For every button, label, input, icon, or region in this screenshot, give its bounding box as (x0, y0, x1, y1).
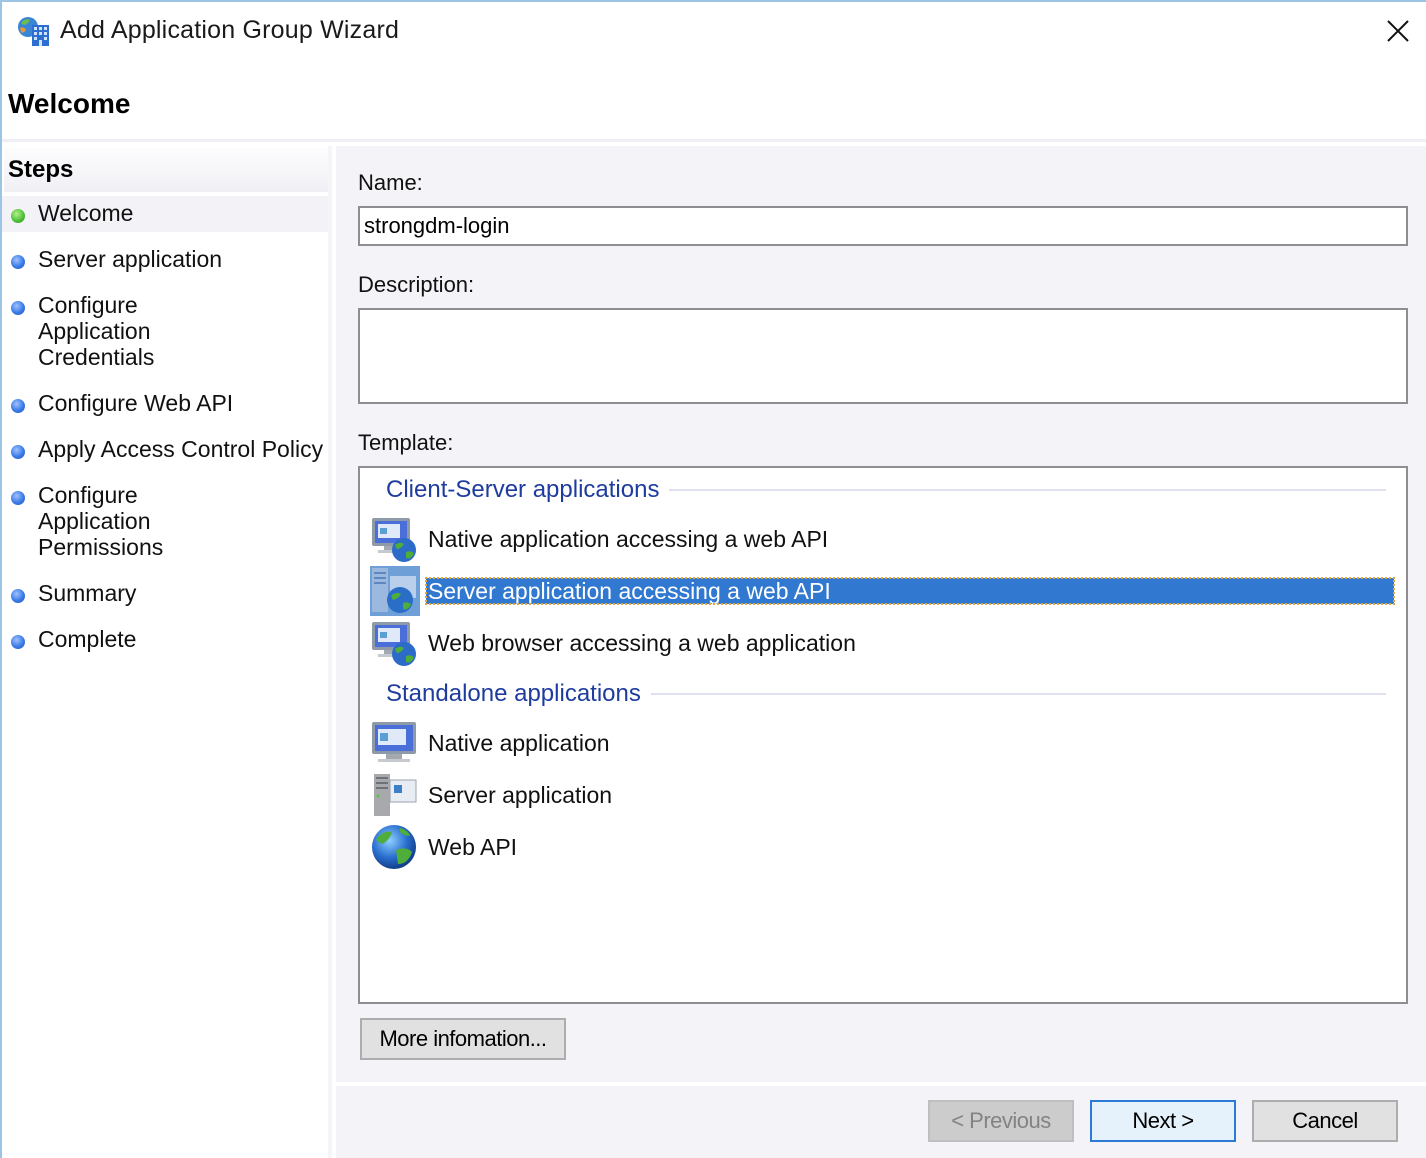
template-label: Server application accessing a web API (425, 577, 1395, 605)
step-label: Configure Web API (38, 390, 234, 416)
step-configure-application-credentials: Configure Application Credentials (2, 288, 328, 376)
template-server-app-web-api[interactable]: Server application accessing a web API (370, 566, 1395, 616)
template-label: Native application accessing a web API (428, 526, 829, 552)
step-configure-application-permissions: Configure Application Permissions (2, 478, 328, 566)
wizard-window: Add Application Group Wizard Welcome Ste… (0, 0, 1426, 1158)
step-server-application: Server application (2, 242, 328, 278)
step-label: Welcome (38, 200, 134, 226)
step-label: Apply Access Control Policy (38, 436, 324, 462)
step-current-dot-icon (11, 209, 25, 223)
group-divider (669, 489, 1386, 491)
description-input[interactable] (358, 308, 1408, 404)
step-welcome: Welcome (2, 196, 328, 232)
steps-panel: Steps Welcome Server application Configu… (2, 146, 332, 1158)
steps-list: Welcome Server application Configure App… (2, 196, 328, 658)
description-label: Description: (358, 272, 475, 297)
group-header-client-server: Client-Server applications (386, 476, 1386, 504)
header-divider (2, 139, 1426, 142)
cancel-button[interactable]: Cancel (1252, 1100, 1398, 1142)
close-icon (1387, 20, 1409, 42)
template-label: Server application (428, 782, 613, 808)
step-complete: Complete (2, 622, 328, 658)
step-apply-access-control-policy: Apply Access Control Policy (2, 432, 328, 468)
group-header-standalone: Standalone applications (386, 680, 1386, 708)
step-configure-web-api: Configure Web API (2, 386, 328, 422)
window-title: Add Application Group Wizard (60, 16, 400, 44)
template-web-api[interactable]: Web API (370, 822, 1394, 872)
application-group-icon (16, 14, 52, 48)
step-pending-dot-icon (11, 445, 25, 459)
close-button[interactable] (1378, 12, 1418, 50)
step-label: Complete (38, 626, 137, 652)
template-list[interactable]: Client-Server applications Native applic… (358, 466, 1408, 1004)
template-label: Native application (428, 730, 610, 756)
next-button[interactable]: Next > (1090, 1100, 1236, 1142)
group-title: Standalone applications (386, 680, 641, 707)
steps-header: Steps (4, 148, 328, 192)
step-pending-dot-icon (11, 399, 25, 413)
content-area: Name: Description: Template: Client-Serv… (336, 146, 1426, 1082)
native-app-icon (370, 718, 420, 768)
step-pending-dot-icon (11, 301, 25, 315)
step-pending-dot-icon (11, 491, 25, 505)
more-information-button[interactable]: More infomation... (360, 1018, 566, 1060)
template-label: Web browser accessing a web application (428, 630, 856, 656)
page-title: Welcome (8, 88, 131, 119)
name-label: Name: (358, 170, 423, 195)
title-bar: Add Application Group Wizard (2, 2, 1426, 62)
group-divider (650, 693, 1386, 695)
web-browser-web-app-icon (370, 618, 420, 668)
step-label: Summary (38, 580, 137, 606)
template-label: Web API (428, 834, 518, 860)
globe-icon (370, 822, 420, 872)
template-native-app[interactable]: Native application (370, 718, 1394, 768)
template-label: Template: (358, 430, 454, 455)
native-app-web-api-icon (370, 514, 420, 564)
template-native-app-web-api[interactable]: Native application accessing a web API (370, 514, 1394, 564)
name-input[interactable] (358, 206, 1408, 246)
step-label: Server application (38, 246, 223, 272)
step-pending-dot-icon (11, 635, 25, 649)
server-app-web-api-icon (370, 566, 420, 616)
wizard-footer: < Previous Next > Cancel (336, 1086, 1426, 1158)
step-label: Configure Application Permissions (38, 482, 164, 560)
previous-button[interactable]: < Previous (928, 1100, 1074, 1142)
step-label: Configure Application Credentials (38, 292, 155, 370)
template-web-browser-web-app[interactable]: Web browser accessing a web application (370, 618, 1394, 668)
step-pending-dot-icon (11, 589, 25, 603)
step-summary: Summary (2, 576, 328, 612)
server-app-icon (370, 770, 420, 820)
step-pending-dot-icon (11, 255, 25, 269)
group-title: Client-Server applications (386, 476, 660, 503)
template-server-app[interactable]: Server application (370, 770, 1394, 820)
